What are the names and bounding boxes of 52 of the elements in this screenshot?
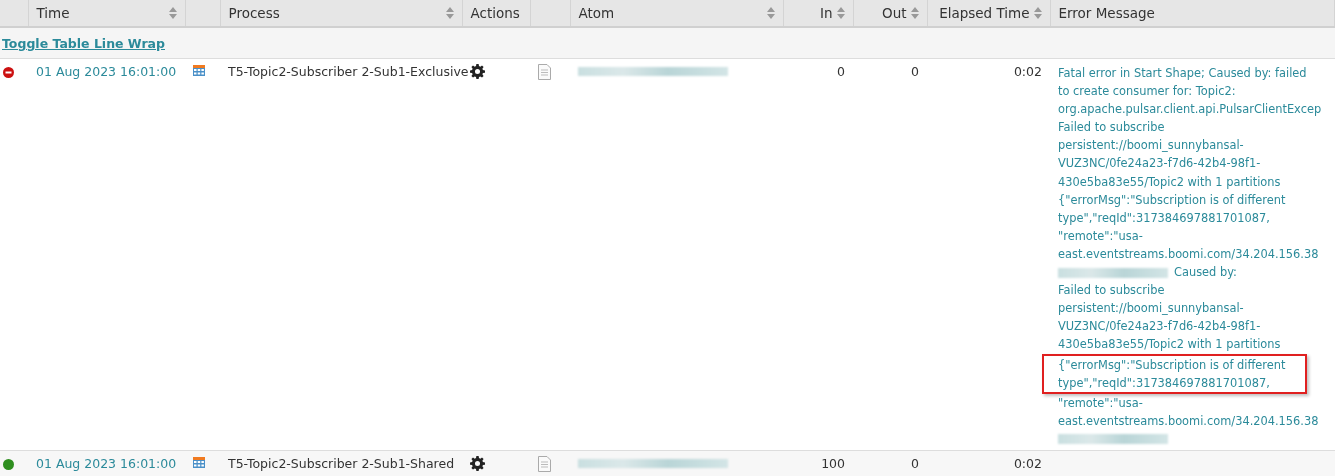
document-icon[interactable]: [538, 455, 551, 472]
error-text: Caused by:: [1174, 265, 1237, 280]
error-text: "remote":"usa-: [1058, 228, 1143, 243]
calendar-icon[interactable]: [193, 456, 205, 468]
success-status-icon: [3, 458, 14, 470]
elapsed-time: 0:02: [1013, 64, 1042, 79]
column-header: Actions: [462, 0, 530, 27]
sort-icon: [910, 7, 919, 19]
in-count: 100: [821, 455, 845, 471]
error-text: {"errorMsg":"Subscription is of different: [1058, 192, 1286, 207]
error-text: persistent://boomi_sunnybansal-: [1058, 138, 1244, 153]
gear-icon[interactable]: [470, 455, 485, 471]
out-count: 0: [911, 64, 919, 79]
error-text: VUZ3NC/0fe24a23-f7d6-42b4-98f1-: [1058, 156, 1261, 171]
process-name: T5-Topic2-Subscriber 2-Sub1-Exclusive: [228, 64, 469, 79]
error-text: type","reqId":317384697881701087,: [1058, 375, 1270, 390]
gear-icon[interactable]: [470, 64, 485, 79]
error-status-icon: [3, 67, 14, 78]
error-text: persistent://boomi_sunnybansal-: [1058, 301, 1244, 316]
calendar-icon[interactable]: [193, 65, 205, 76]
column-header[interactable]: Time: [28, 0, 185, 27]
error-text: to create consumer for: Topic2:: [1058, 84, 1236, 99]
process-name: T5-Topic2-Subscriber 2-Sub1-Shared: [228, 455, 455, 471]
error-text: 430e5ba83e55/Topic2 with 1 partitions: [1058, 337, 1281, 352]
time-link[interactable]: 01 Aug 2023 16:01:00: [36, 64, 177, 79]
document-icon[interactable]: [538, 64, 551, 80]
error-text: east.eventstreams.boomi.com/34.204.156.38: [1058, 413, 1319, 428]
sort-icon: [836, 7, 845, 19]
error-text: Fatal error in Start Shape; Caused by: failed: [1058, 66, 1307, 80]
out-count: 0: [911, 455, 919, 471]
column-header[interactable]: Elapsed Time: [927, 0, 1050, 27]
toggle-wrap-link[interactable]: Toggle Table Line Wrap: [2, 35, 165, 51]
error-text: Failed to subscribe: [1058, 120, 1165, 135]
column-header: Error Message: [1050, 0, 1335, 27]
error-text: {"errorMsg":"Subscription is of different: [1058, 357, 1286, 372]
error-text: Failed to subscribe: [1058, 283, 1165, 298]
column-header[interactable]: Atom: [570, 0, 783, 27]
error-text: "remote":"usa-: [1058, 395, 1143, 410]
in-count: 0: [837, 64, 845, 79]
elapsed-time: 0:02: [1013, 455, 1042, 471]
column-header[interactable]: Process: [220, 0, 462, 27]
error-text: type","reqId":317384697881701087,: [1058, 210, 1270, 225]
error-text: VUZ3NC/0fe24a23-f7d6-42b4-98f1-: [1058, 319, 1261, 334]
column-header[interactable]: Out: [853, 0, 927, 27]
sort-icon: [766, 7, 775, 19]
sort-icon: [168, 7, 177, 19]
sort-icon: [1033, 7, 1042, 19]
sort-icon: [445, 7, 454, 19]
column-header[interactable]: In: [783, 0, 853, 27]
error-text: 430e5ba83e55/Topic2 with 1 partitions: [1058, 174, 1281, 189]
error-text: org.apache.pulsar.client.api.PulsarClientExcep: [1058, 102, 1322, 117]
error-text: east.eventstreams.boomi.com/34.204.156.38: [1058, 246, 1319, 261]
